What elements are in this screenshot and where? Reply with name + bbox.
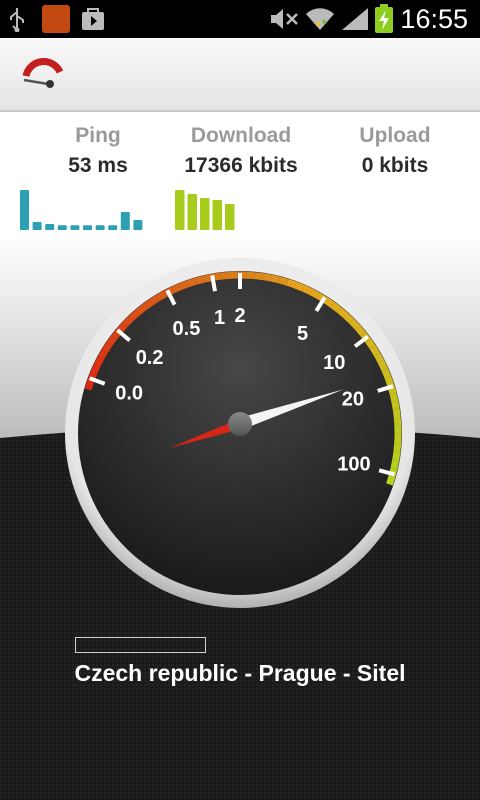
test-progress-bar (75, 637, 206, 653)
gauge-arc-segment (384, 376, 394, 387)
gauge-arc-segment (381, 368, 392, 379)
gauge-arc-segment (179, 280, 190, 290)
gauge-label: 100 (337, 454, 370, 476)
gauge-arc-segment (377, 360, 388, 371)
gauge-arc-segment (389, 392, 399, 403)
gauge-arc-segment (246, 271, 255, 280)
gauge-label: 0.5 (173, 318, 201, 340)
gauge-arc-segment (391, 400, 400, 411)
gauge-arc-segment (369, 345, 381, 357)
gauge-arc-segment (392, 451, 401, 461)
gauge-label: 2 (234, 305, 245, 327)
gauge-label: 10 (323, 352, 345, 374)
gauge-arc-segment (195, 275, 206, 285)
gauge-arc-segment (141, 299, 153, 311)
gauge-arc-segment (148, 295, 160, 306)
gauge-arc-segment (90, 364, 101, 375)
gauge-arc-segment (336, 307, 348, 319)
gauge-arc-segment (122, 315, 134, 327)
gauge-tick (210, 275, 217, 292)
gauge-arc-segment (386, 475, 396, 486)
server-location: Czech republic - Prague - Sitel (74, 660, 406, 686)
gauge-arc-segment (97, 349, 108, 361)
gauge-arc-segment (330, 302, 342, 313)
gauge-arc-segment (270, 274, 281, 284)
gauge-arc-segment (390, 459, 400, 470)
gauge-arc-segment (171, 283, 182, 294)
gauge-arc-segment (128, 310, 140, 321)
gauge-arc-segment (93, 356, 104, 368)
gauge-arc-segment (349, 318, 361, 330)
gauge-arc-segment (254, 272, 264, 281)
gauge-label: 0.2 (136, 347, 164, 369)
gauge-arc-segment (286, 278, 297, 289)
gauge-label: 20 (342, 389, 364, 411)
gauge-arc-segment (101, 341, 113, 353)
gauge-arc-segment (294, 281, 305, 292)
gauge-arc-segment (309, 288, 321, 299)
gauge-arc-segment (343, 312, 355, 324)
gauge-arc-segment (301, 285, 313, 295)
needle-hub (228, 412, 252, 436)
gauge-arc-segment (393, 443, 402, 453)
gauge-arc-segment (278, 276, 289, 286)
gauge-arc-segment (156, 290, 167, 301)
gauge-arc-segment (393, 417, 402, 427)
gauge-arc-segment (262, 273, 272, 282)
gauge-arc-segment (135, 304, 147, 316)
gauge-arc-segment (106, 335, 118, 346)
gauge-arc-segment (392, 409, 401, 419)
gauge-label: 5 (297, 323, 308, 345)
gauge-arc-segment (365, 338, 376, 350)
gauge-arc-segment (117, 321, 128, 333)
gauge-arc-segment (374, 352, 385, 364)
gauge-arc-segment (354, 324, 366, 336)
gauge-arc-segment (220, 271, 230, 280)
gauge-arc-segment (84, 380, 94, 391)
gauge-arc-segment (187, 277, 198, 288)
gauge-label: 1 (214, 307, 225, 329)
gauge-arc-segment (323, 297, 335, 308)
gauge-label: 0.0 (115, 383, 143, 405)
